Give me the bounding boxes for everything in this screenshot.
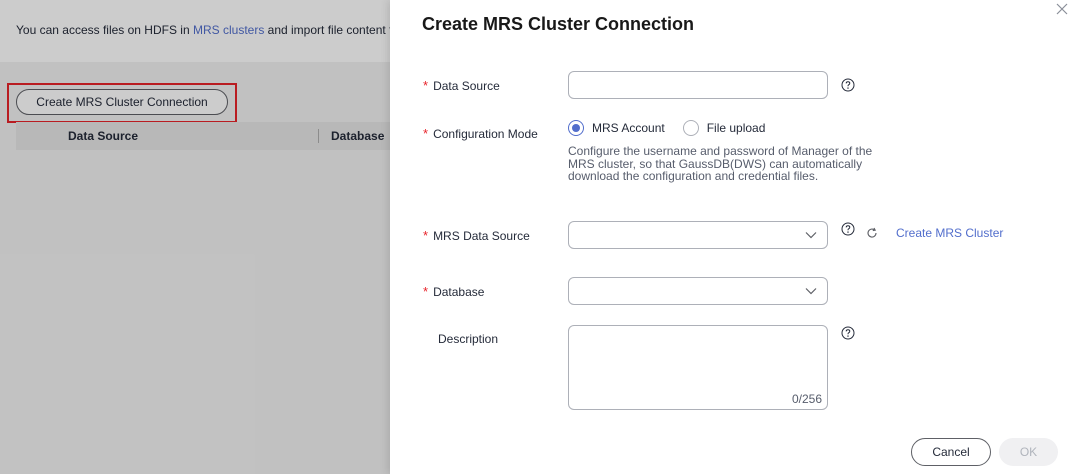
refresh-icon[interactable] (866, 227, 878, 239)
configuration-mode-label: * Configuration Mode (423, 126, 538, 141)
database-select[interactable] (568, 277, 828, 305)
drawer-title: Create MRS Cluster Connection (422, 14, 695, 34)
database-label: * Database (423, 284, 485, 299)
radio-label: MRS Account (592, 121, 665, 135)
required-asterisk: * (423, 78, 429, 93)
data-source-label: * Data Source (423, 78, 500, 93)
close-icon[interactable] (1054, 1, 1070, 17)
radio-button[interactable] (682, 120, 699, 136)
character-counter: 0/256 (791, 392, 822, 406)
configuration-mode-description: Configure the username and password of M… (568, 144, 873, 183)
ok-button[interactable]: OK (999, 438, 1058, 466)
configuration-mode-radio-group: MRS Account File upload (568, 120, 783, 136)
help-circle-icon[interactable] (841, 78, 855, 92)
cancel-button[interactable]: Cancel (911, 438, 991, 466)
chevron-down-icon (805, 288, 817, 295)
create-mrs-cluster-link[interactable]: Create MRS Cluster (896, 226, 1003, 240)
help-circle-icon[interactable] (841, 326, 855, 340)
required-asterisk: * (423, 284, 429, 299)
required-asterisk: * (423, 228, 429, 243)
data-source-input[interactable] (568, 71, 828, 99)
description-textarea[interactable]: 0/256 (568, 325, 828, 410)
create-connection-drawer: Create MRS Cluster Connection * Data Sour… (390, 0, 1083, 474)
mrs-data-source-label: * MRS Data Source (423, 228, 530, 243)
radio-label: File upload (706, 121, 766, 135)
help-circle-icon[interactable] (841, 222, 855, 236)
mrs-data-source-select[interactable] (568, 221, 828, 249)
radio-file-upload[interactable]: File upload (682, 120, 766, 136)
radio-mrs-account[interactable]: MRS Account (568, 120, 665, 136)
radio-button-checked[interactable] (568, 120, 584, 136)
description-label: Description (438, 332, 499, 346)
required-asterisk: * (423, 126, 429, 141)
chevron-down-icon (805, 232, 817, 239)
